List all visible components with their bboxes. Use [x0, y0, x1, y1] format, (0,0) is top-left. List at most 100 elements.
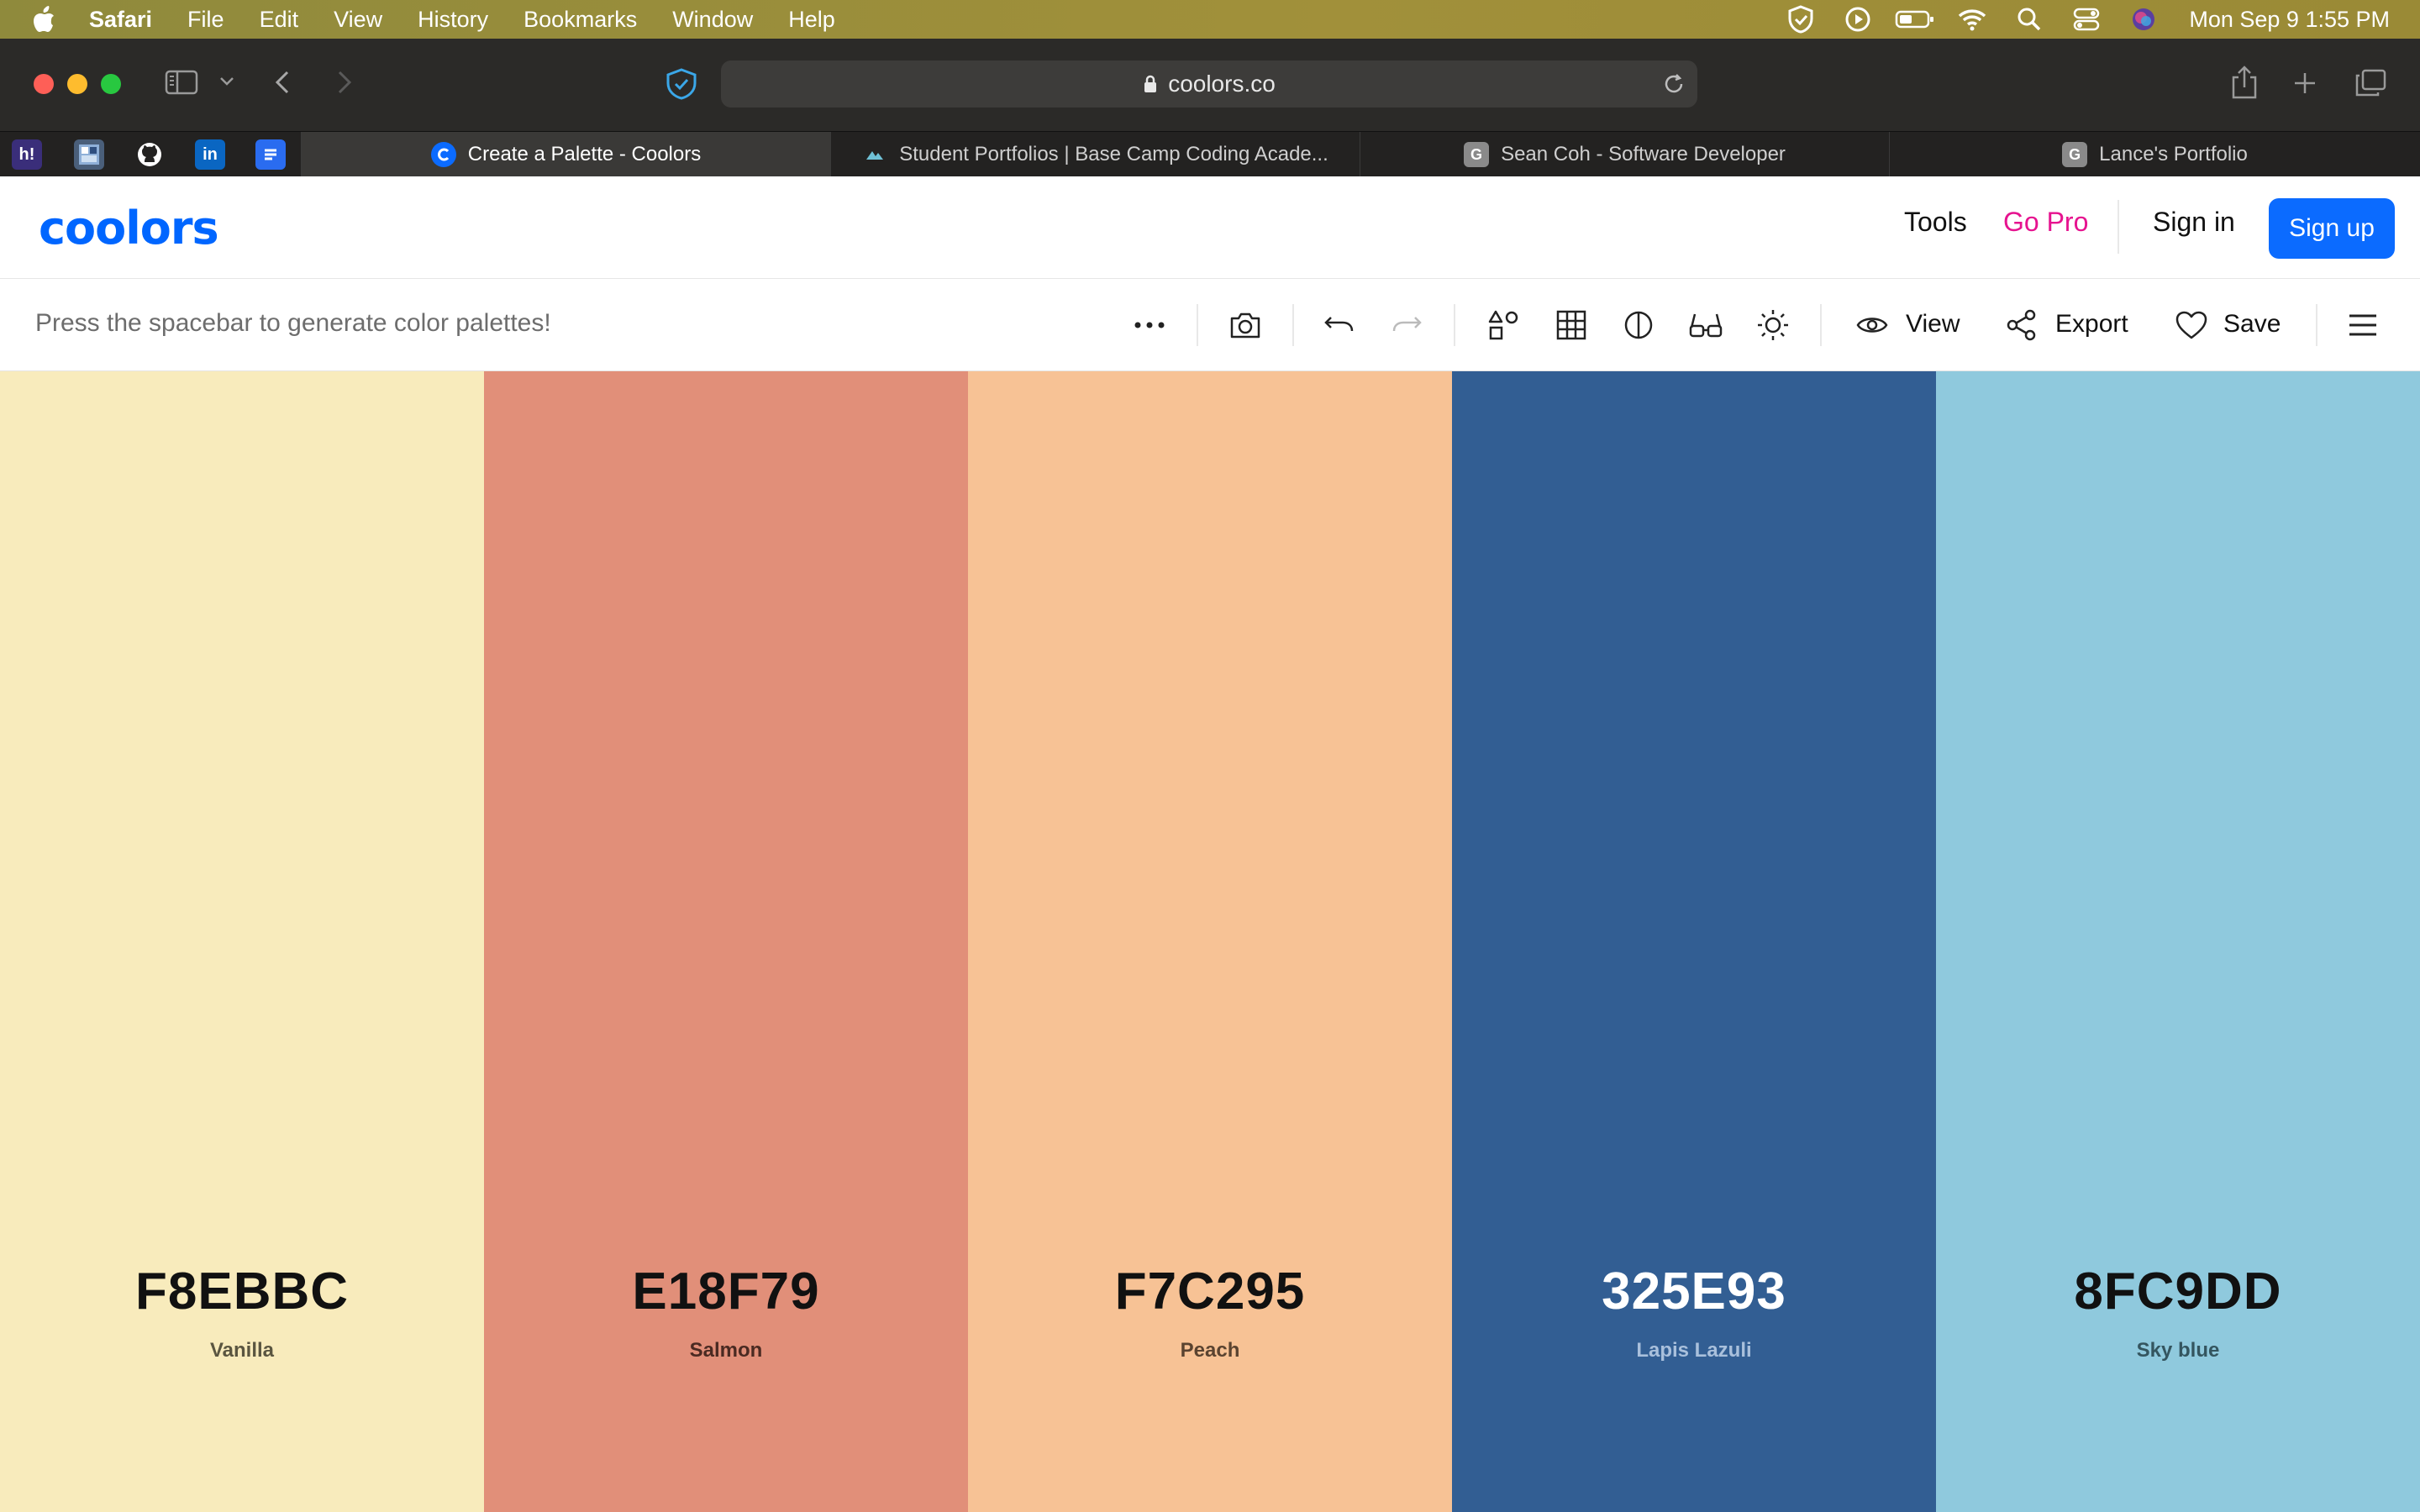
- tab-student-portfolios[interactable]: Student Portfolios | Base Camp Coding Ac…: [830, 132, 1360, 177]
- tab-label: Lance's Portfolio: [2099, 143, 2248, 165]
- close-window-button[interactable]: [34, 74, 54, 94]
- redo-icon[interactable]: [1388, 307, 1425, 344]
- coolors-logo[interactable]: coolors: [39, 202, 219, 255]
- more-options-icon[interactable]: [1131, 307, 1168, 344]
- nav-divider: [2118, 200, 2119, 254]
- color-column[interactable]: 8FC9DD Sky blue: [1936, 371, 2420, 1512]
- eye-icon[interactable]: [1854, 307, 1891, 344]
- github-favicon[interactable]: [134, 139, 165, 170]
- color-name[interactable]: Sky blue: [1936, 1339, 2420, 1362]
- linkedin-favicon[interactable]: in: [195, 139, 225, 170]
- battery-icon[interactable]: [1895, 0, 1935, 39]
- nav-tools[interactable]: Tools: [1904, 207, 1967, 238]
- menu-file[interactable]: File: [187, 7, 224, 33]
- site-header: coolors Tools Go Pro Sign in Sign up: [0, 176, 2420, 279]
- menu-edit[interactable]: Edit: [260, 7, 299, 33]
- brightness-icon[interactable]: [1754, 307, 1791, 344]
- tab-coolors[interactable]: Create a Palette - Coolors: [301, 132, 830, 177]
- sign-up-button[interactable]: Sign up: [2269, 198, 2395, 259]
- color-column[interactable]: F8EBBC Vanilla: [0, 371, 484, 1512]
- shapes-icon[interactable]: [1486, 307, 1523, 344]
- color-column[interactable]: F7C295 Peach: [968, 371, 1452, 1512]
- export-button[interactable]: Export: [2055, 310, 2128, 339]
- control-center-icon[interactable]: [2066, 0, 2107, 39]
- privacy-shield-icon[interactable]: [664, 67, 699, 101]
- back-icon[interactable]: [271, 69, 294, 96]
- menu-view[interactable]: View: [334, 7, 382, 33]
- lock-icon: [1143, 74, 1158, 94]
- menu-history[interactable]: History: [418, 7, 488, 33]
- hex-code[interactable]: 325E93: [1452, 1262, 1936, 1321]
- nav-sign-in[interactable]: Sign in: [2153, 207, 2235, 238]
- color-palette: F8EBBC Vanilla E18F79 Salmon F7C295 Peac…: [0, 371, 2420, 1512]
- menu-window[interactable]: Window: [672, 7, 753, 33]
- fullscreen-window-button[interactable]: [101, 74, 121, 94]
- save-button[interactable]: Save: [2223, 310, 2281, 339]
- color-column[interactable]: E18F79 Salmon: [484, 371, 968, 1512]
- toolbar-divider: [1197, 304, 1198, 346]
- siri-icon[interactable]: [2123, 0, 2164, 39]
- color-name[interactable]: Lapis Lazuli: [1452, 1339, 1936, 1362]
- tab-label: Student Portfolios | Base Camp Coding Ac…: [899, 143, 1328, 165]
- menu-help[interactable]: Help: [788, 7, 835, 33]
- toolbar-divider: [1292, 304, 1294, 346]
- new-tab-icon[interactable]: [2292, 71, 2317, 96]
- favicon-glyph: in: [203, 144, 218, 164]
- address-bar[interactable]: coolors.co: [721, 60, 1697, 108]
- hex-code[interactable]: 8FC9DD: [1936, 1262, 2420, 1321]
- hex-code[interactable]: F7C295: [968, 1262, 1452, 1321]
- grid-icon[interactable]: [1553, 307, 1590, 344]
- undo-icon[interactable]: [1321, 307, 1358, 344]
- browser-toolbar: coolors.co: [0, 39, 2420, 131]
- vpn-shield-icon[interactable]: [1781, 0, 1821, 39]
- web-page: coolors Tools Go Pro Sign in Sign up Pre…: [0, 176, 2420, 1512]
- favicon-glyph: h!: [18, 144, 35, 164]
- share-icon[interactable]: [2230, 66, 2259, 99]
- toolbar-divider: [2316, 304, 2317, 346]
- heart-icon[interactable]: [2173, 307, 2210, 344]
- menu-bookmarks[interactable]: Bookmarks: [523, 7, 637, 33]
- view-button[interactable]: View: [1906, 310, 1960, 339]
- color-column[interactable]: 325E93 Lapis Lazuli: [1452, 371, 1936, 1512]
- toolbar-divider: [1454, 304, 1455, 346]
- hackernoon-favicon[interactable]: h!: [12, 139, 42, 170]
- camera-icon[interactable]: [1227, 307, 1264, 344]
- sidebar-toggle-icon[interactable]: [165, 69, 198, 96]
- apple-icon[interactable]: [32, 6, 57, 32]
- nav-go-pro[interactable]: Go Pro: [2003, 207, 2088, 238]
- palette-toolbar: Press the spacebar to generate color pal…: [0, 279, 2420, 371]
- color-name[interactable]: Vanilla: [0, 1339, 484, 1362]
- chevron-down-icon[interactable]: [218, 76, 235, 87]
- toolbar-divider: [1820, 304, 1822, 346]
- tab-bar: h! in Create a Palette - Coolors Student…: [0, 131, 2420, 177]
- contrast-icon[interactable]: [1620, 307, 1657, 344]
- tab-sean-coh[interactable]: G Sean Coh - Software Developer: [1360, 132, 1889, 177]
- color-name[interactable]: Peach: [968, 1339, 1452, 1362]
- play-circle-icon[interactable]: [1838, 0, 1878, 39]
- menu-safari[interactable]: Safari: [89, 7, 152, 33]
- menubar-clock[interactable]: Mon Sep 9 1:55 PM: [2189, 7, 2390, 33]
- menu-bar: Safari File Edit View History Bookmarks …: [0, 0, 2420, 39]
- url-text: coolors.co: [1168, 71, 1276, 97]
- color-name[interactable]: Salmon: [484, 1339, 968, 1362]
- glasses-icon[interactable]: [1687, 307, 1724, 344]
- reload-icon[interactable]: [1662, 72, 1686, 102]
- tab-label: Sean Coh - Software Developer: [1501, 143, 1786, 165]
- g-favicon: G: [1464, 142, 1490, 167]
- google-docs-favicon[interactable]: [255, 139, 286, 170]
- tab-lance-portfolio[interactable]: G Lance's Portfolio: [1889, 132, 2420, 177]
- forward-icon[interactable]: [333, 69, 356, 96]
- minimize-window-button[interactable]: [67, 74, 87, 94]
- spotlight-search-icon[interactable]: [2009, 0, 2049, 39]
- hex-code[interactable]: F8EBBC: [0, 1262, 484, 1321]
- hamburger-menu-icon[interactable]: [2344, 307, 2381, 344]
- hex-code[interactable]: E18F79: [484, 1262, 968, 1321]
- generate-hint: Press the spacebar to generate color pal…: [35, 309, 551, 337]
- basecamp-favicon: [862, 142, 887, 167]
- coolors-favicon: [430, 142, 456, 167]
- wifi-icon[interactable]: [1952, 0, 1992, 39]
- app-favicon[interactable]: [74, 139, 104, 170]
- share-nodes-icon[interactable]: [2003, 307, 2040, 344]
- tab-label: Create a Palette - Coolors: [467, 143, 702, 165]
- tab-overview-icon[interactable]: [2354, 69, 2386, 97]
